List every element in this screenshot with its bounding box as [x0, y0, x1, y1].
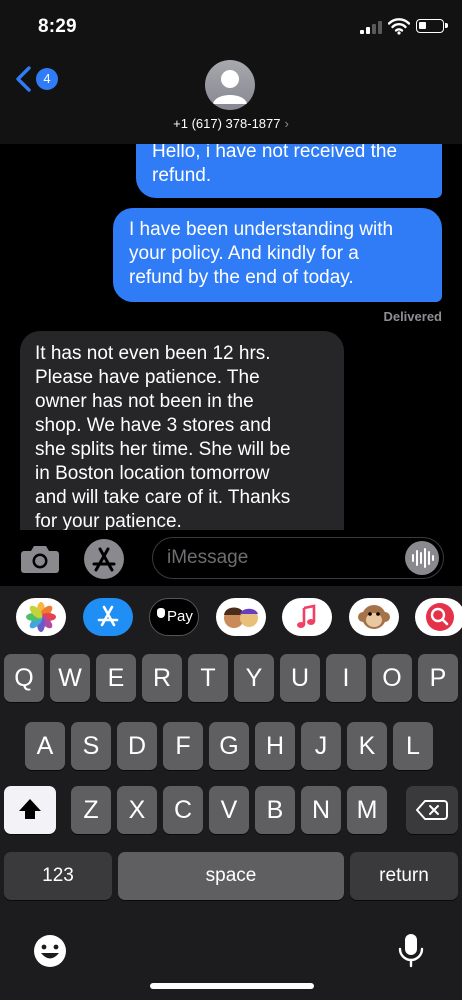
monkey-face-icon — [358, 605, 390, 629]
space-key[interactable]: space — [118, 852, 344, 900]
key-o[interactable]: O — [372, 654, 412, 702]
key-x[interactable]: X — [117, 786, 157, 834]
person-icon — [213, 70, 247, 104]
app-drawer: Pay — [0, 586, 462, 648]
key-e[interactable]: E — [96, 654, 136, 702]
unread-count-badge: 4 — [36, 68, 58, 90]
music-note-icon — [297, 604, 316, 628]
camera-icon[interactable] — [18, 542, 62, 576]
key-r[interactable]: R — [142, 654, 182, 702]
image-search-app-icon[interactable] — [415, 598, 462, 636]
chevron-left-icon — [16, 66, 31, 92]
imessage-field[interactable] — [152, 537, 444, 579]
app-store-app-icon[interactable] — [83, 598, 133, 636]
audio-message-button[interactable] — [405, 541, 439, 575]
key-a[interactable]: A — [25, 722, 65, 770]
message-text: It has not even been 12 hrs. Please have… — [35, 343, 291, 530]
key-b[interactable]: B — [255, 786, 295, 834]
dictation-button[interactable] — [394, 931, 428, 971]
app-store-logo-icon — [97, 605, 119, 627]
microphone-icon — [398, 934, 424, 968]
battery-icon — [416, 19, 448, 33]
app-store-button[interactable] — [84, 539, 124, 579]
shift-key[interactable] — [4, 786, 56, 834]
contact-avatar[interactable] — [205, 60, 255, 110]
key-w[interactable]: W — [50, 654, 90, 702]
key-h[interactable]: H — [255, 722, 295, 770]
key-i[interactable]: I — [326, 654, 366, 702]
key-c[interactable]: C — [163, 786, 203, 834]
status-time: 8:29 — [38, 16, 77, 37]
back-button[interactable]: 4 — [12, 64, 60, 94]
memoji-stickers-app-icon[interactable] — [216, 598, 266, 636]
key-d[interactable]: D — [117, 722, 157, 770]
music-app-icon[interactable] — [282, 598, 332, 636]
key-j[interactable]: J — [301, 722, 341, 770]
key-q[interactable]: Q — [4, 654, 44, 702]
animoji-app-icon[interactable] — [349, 598, 399, 636]
message-input-bar — [0, 530, 462, 586]
wifi-icon — [388, 18, 410, 35]
status-bar: 8:29 — [0, 0, 462, 54]
key-y[interactable]: Y — [234, 654, 274, 702]
contact-name: +1 (617) 378-1877 — [173, 116, 281, 131]
delete-key[interactable] — [406, 786, 458, 834]
home-indicator[interactable] — [150, 983, 314, 989]
imessage-input[interactable] — [167, 546, 397, 570]
key-t[interactable]: T — [188, 654, 228, 702]
key-p[interactable]: P — [418, 654, 458, 702]
return-key[interactable]: return — [350, 852, 458, 900]
backspace-icon — [416, 800, 448, 820]
apple-logo-icon — [157, 608, 165, 618]
key-z[interactable]: Z — [71, 786, 111, 834]
memoji-faces-icon — [224, 607, 258, 628]
photos-app-icon[interactable] — [16, 598, 66, 636]
key-u[interactable]: U — [280, 654, 320, 702]
key-f[interactable]: F — [163, 722, 203, 770]
conversation-header: 4 +1 (617) 378-1877 › — [0, 54, 462, 144]
message-bubble-incoming[interactable]: It has not even been 12 hrs. Please have… — [20, 331, 344, 530]
key-s[interactable]: S — [71, 722, 111, 770]
delivered-status: Delivered — [383, 309, 442, 324]
apple-pay-app-icon[interactable]: Pay — [149, 598, 199, 636]
message-text: I have been understanding with your poli… — [129, 219, 394, 288]
numbers-key[interactable]: 123 — [4, 852, 112, 900]
emoji-face-icon — [34, 935, 66, 967]
key-g[interactable]: G — [209, 722, 249, 770]
message-bubble-outgoing[interactable]: I have been understanding with your poli… — [113, 208, 442, 302]
message-bubble-outgoing[interactable]: Hello, i have not received the refund. — [136, 144, 442, 198]
photos-flower-icon — [26, 602, 56, 632]
keyboard: Q W E R T Y U I O P A S D F G H J K L Z … — [0, 648, 462, 1000]
message-thread[interactable]: Hello, i have not received the refund. I… — [0, 144, 462, 530]
key-k[interactable]: K — [347, 722, 387, 770]
key-m[interactable]: M — [347, 786, 387, 834]
waveform-icon — [412, 548, 434, 568]
apple-pay-label: Pay — [167, 608, 193, 625]
emoji-button[interactable] — [30, 931, 70, 971]
shift-arrow-icon — [19, 799, 41, 819]
message-text: Hello, i have not received the refund. — [152, 144, 398, 186]
key-n[interactable]: N — [301, 786, 341, 834]
magnifier-icon — [426, 603, 454, 631]
key-l[interactable]: L — [393, 722, 433, 770]
contact-name-button[interactable]: +1 (617) 378-1877 › — [0, 116, 462, 131]
chevron-right-icon: › — [284, 116, 289, 131]
key-v[interactable]: V — [209, 786, 249, 834]
app-store-icon — [92, 547, 116, 572]
cellular-signal-icon — [360, 21, 382, 34]
